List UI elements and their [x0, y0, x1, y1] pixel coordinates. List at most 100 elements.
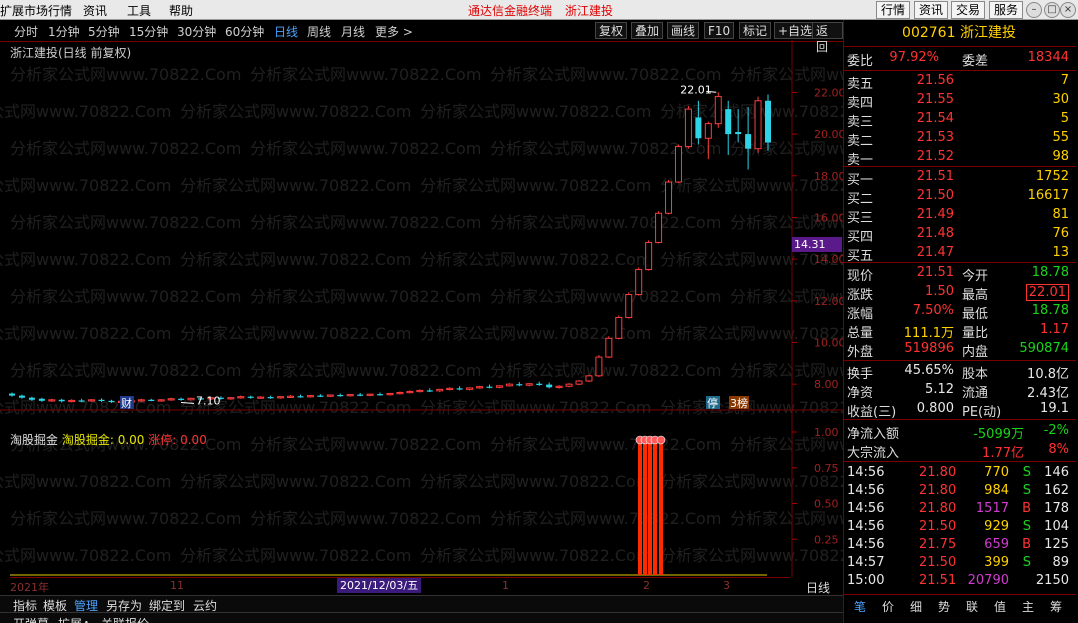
stat-row: 现价 21.51 今开 18.78: [847, 265, 1069, 284]
period-tab[interactable]: 月线: [341, 23, 365, 40]
menu-tools[interactable]: 工具: [127, 2, 151, 19]
candle-body: [645, 241, 653, 271]
panel-tab[interactable]: 值: [994, 598, 1006, 615]
add-watchlist-button[interactable]: +自选: [774, 22, 817, 39]
draw-line-button[interactable]: 画线: [667, 22, 700, 39]
panel-tab[interactable]: 主: [1022, 598, 1034, 615]
candle-body: [58, 399, 65, 402]
app-title: 通达信金融终端: [468, 4, 553, 18]
panel-tab[interactable]: 势: [938, 598, 950, 615]
period-tab-daily[interactable]: 日线: [274, 23, 298, 40]
indicator-bar: [643, 440, 647, 575]
danmaku-toggle[interactable]: 开弹幕: [13, 615, 49, 623]
period-more[interactable]: 更多 >: [375, 23, 413, 40]
indicator-bar: [648, 440, 652, 575]
stat-value: 21.51: [916, 265, 954, 280]
extension-bar: 开弹幕 扩展∧ 关联报价: [0, 612, 843, 623]
panel-tab[interactable]: 价: [882, 598, 894, 615]
current-stock-title: 浙江建投: [565, 4, 614, 18]
close-icon[interactable]: ×: [1060, 2, 1076, 18]
period-tab[interactable]: 15分钟: [129, 23, 168, 40]
panel-tab[interactable]: 筹: [1050, 598, 1062, 615]
panel-tab[interactable]: 联: [966, 598, 978, 615]
period-tab[interactable]: 周线: [307, 23, 331, 40]
ask-level-label: 卖三: [847, 115, 874, 130]
candle-body: [277, 396, 285, 399]
flow-row: 净流入额 -5099万 -2%: [847, 423, 1069, 442]
candle-body: [704, 123, 712, 139]
tick-side: S: [1022, 519, 1031, 534]
period-tab[interactable]: 1分钟: [48, 23, 80, 40]
stat-value: 111.1万: [903, 326, 954, 341]
tick-row: 14:56 21.75 659 B 125: [847, 537, 1069, 555]
bid-price: 21.48: [916, 226, 954, 241]
indicator-legend: 淘股掘金 淘股掘金: 0.00 涨停: 0.00: [10, 431, 207, 448]
maximize-icon[interactable]: □: [1044, 2, 1060, 18]
menu-help[interactable]: 帮助: [169, 2, 193, 19]
indicator-marker: [656, 435, 666, 445]
restore-rights-button[interactable]: 复权: [595, 22, 628, 39]
watermark-text: 分析家公式网www.70822.Com: [660, 472, 843, 491]
tick-price: 21.51: [919, 573, 957, 588]
candle-body: [18, 395, 25, 398]
candle-body: [615, 316, 623, 339]
chart-area: 分时 1分钟 5分钟 15分钟 30分钟 60分钟 日线 周线 月线 更多 > …: [0, 20, 843, 623]
weibi-label: 委比: [847, 54, 874, 69]
tick-price: 21.50: [919, 519, 957, 534]
period-tab[interactable]: 分时: [14, 23, 38, 40]
period-tab[interactable]: 5分钟: [88, 23, 120, 40]
fundamental-value: 5.12: [925, 382, 954, 397]
watermark-text: 分析家公式网www.70822.Com: [10, 65, 241, 84]
overlay-button[interactable]: 叠加: [631, 22, 664, 39]
candle-body: [48, 399, 56, 402]
y-tick-label: 22.00: [814, 86, 843, 99]
candle-body: [745, 134, 752, 149]
ask-volume: 30: [1052, 92, 1069, 107]
tick-count: 162: [1044, 483, 1069, 498]
candle-body: [317, 395, 324, 397]
menu-market[interactable]: 扩展市场行情: [0, 2, 72, 19]
panel-tab[interactable]: 笔: [854, 598, 866, 615]
tick-count: 178: [1044, 501, 1069, 516]
minimize-icon[interactable]: –: [1026, 2, 1042, 18]
candle-body: [605, 337, 613, 358]
tick-side: S: [1022, 465, 1031, 480]
panel-tab[interactable]: 细: [910, 598, 922, 615]
candlestick-chart[interactable]: 分析家公式网www.70822.Com 分析家公式网www.70822.Com 分析…: [0, 40, 843, 595]
candle-body: [297, 396, 304, 398]
period-tab[interactable]: 30分钟: [177, 23, 216, 40]
stat-label: 现价: [847, 269, 874, 284]
menu-news[interactable]: 资讯: [83, 2, 107, 19]
watermark-text: 分析家公式网www.70822.Com: [180, 102, 411, 121]
period-tab[interactable]: 60分钟: [225, 23, 264, 40]
back-button[interactable]: 返回: [812, 22, 843, 54]
candle-body: [565, 383, 573, 387]
mark-button[interactable]: 标记: [739, 22, 772, 39]
related-quotes-button[interactable]: 关联报价: [101, 615, 149, 623]
expand-toggle[interactable]: 扩展∧: [58, 615, 91, 623]
candle-body: [148, 399, 155, 401]
stat-value: 1.50: [925, 284, 954, 299]
bid-price: 21.47: [916, 245, 954, 260]
candle-body: [674, 146, 682, 183]
candle-body: [346, 394, 354, 397]
stat-value: 7.50%: [912, 303, 954, 318]
news-button[interactable]: 资讯: [914, 1, 949, 19]
candle-body: [446, 387, 454, 391]
tick-row: 14:56 21.50 929 S 104: [847, 519, 1069, 537]
service-button[interactable]: 服务: [989, 1, 1024, 19]
candle-body: [684, 108, 692, 148]
flow-row: 大宗流入 1.77亿 8%: [847, 442, 1069, 461]
f10-button[interactable]: F10: [704, 22, 735, 39]
stat-label: 最高: [962, 288, 989, 303]
watermark-text: 分析家公式网www.70822.Com: [0, 250, 171, 269]
watermark-text: 分析家公式网www.70822.Com: [10, 139, 241, 158]
trade-button[interactable]: 交易: [951, 1, 986, 19]
quotes-button[interactable]: 行情: [876, 1, 911, 19]
candle-body: [765, 100, 771, 143]
candle-body: [178, 398, 185, 400]
stat-row: 涨幅 7.50% 最低 18.78: [847, 303, 1069, 322]
watermark-text: 分析家公式网www.70822.Com: [0, 472, 171, 491]
weibi-value: 97.92%: [889, 50, 939, 65]
ask-price: 21.55: [916, 92, 954, 107]
